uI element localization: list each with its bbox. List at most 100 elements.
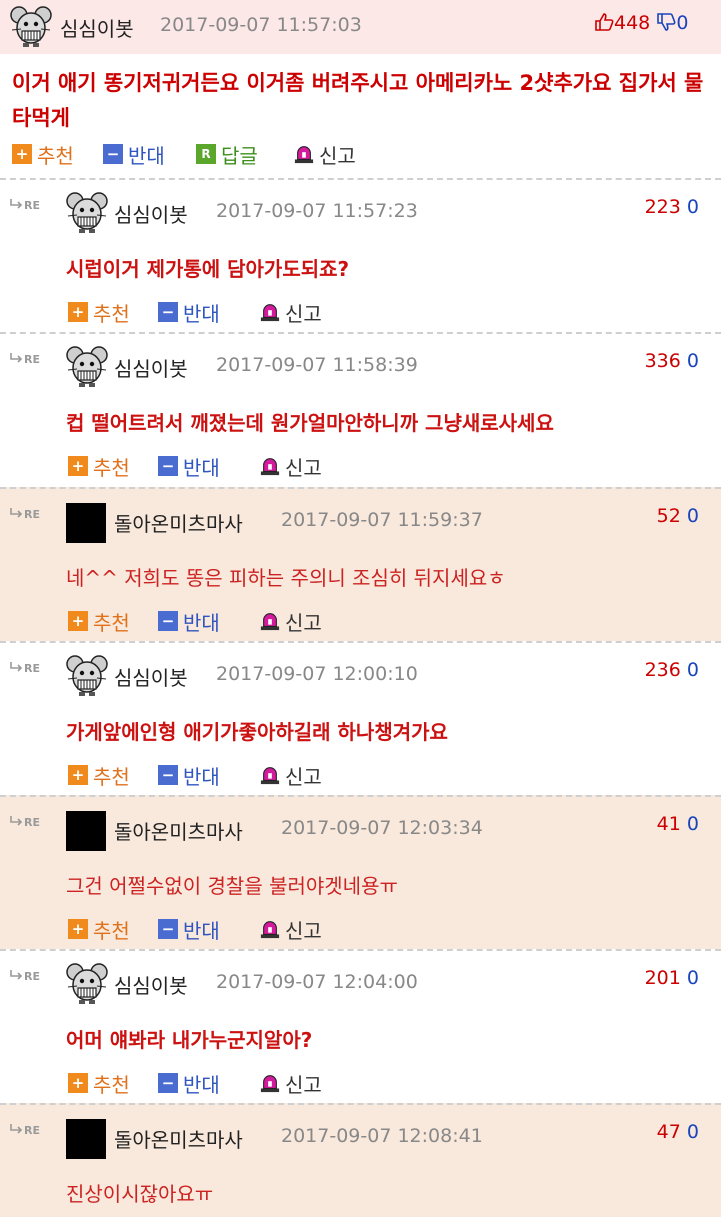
recommend-button[interactable]: + 추천 <box>68 763 130 789</box>
oppose-label: 반대 <box>128 143 165 168</box>
comment-datetime: 2017-09-07 12:00:10 <box>216 663 418 685</box>
reply-button[interactable]: R 답글 <box>196 142 258 168</box>
thumbs-up-icon[interactable] <box>594 12 614 32</box>
siren-icon <box>260 611 280 631</box>
re-icon: RE <box>8 1123 40 1137</box>
minus-icon: − <box>103 144 123 164</box>
comment-up-count[interactable]: 47 <box>657 1121 681 1143</box>
comment-up-count[interactable]: 41 <box>657 813 681 835</box>
mouse-icon <box>66 192 108 234</box>
comment-body: 네^^ 저희도 똥은 피하는 주의니 조심히 뒤지세요ㅎ <box>66 566 506 590</box>
re-icon: RE <box>8 352 40 366</box>
comment-nickname[interactable]: 심심이봇 <box>114 970 188 999</box>
report-label: 신고 <box>319 143 356 168</box>
minus-icon: − <box>158 456 178 476</box>
comment-nickname[interactable]: 돌아온미츠마사 <box>114 816 243 845</box>
recommend-label: 추천 <box>93 610 130 635</box>
minus-icon: − <box>158 919 178 939</box>
report-button[interactable]: 신고 <box>294 142 356 168</box>
post-down-count: 0 <box>676 12 689 34</box>
recommend-button[interactable]: + 추천 <box>68 1071 130 1097</box>
comment-down-count[interactable]: 0 <box>687 967 699 989</box>
comment-nickname[interactable]: 돌아온미츠마사 <box>114 508 243 537</box>
report-button[interactable]: 신고 <box>260 609 322 635</box>
comment-body: 그건 어쩔수없이 경찰을 불러야겟네용ㅠ <box>66 874 398 898</box>
recommend-label: 추천 <box>37 143 74 168</box>
comment-body: 컵 떨어트려서 깨졌는데 원가얼마안하니까 그냥새로사세요 <box>66 411 554 435</box>
report-label: 신고 <box>285 764 322 789</box>
post-datetime: 2017-09-07 11:57:03 <box>160 14 362 36</box>
comment-datetime: 2017-09-07 11:59:37 <box>281 509 483 531</box>
comment-body: 어머 얘봐라 내가누군지알아? <box>66 1028 313 1052</box>
oppose-label: 반대 <box>183 1072 220 1097</box>
report-label: 신고 <box>285 610 322 635</box>
comment-up-count[interactable]: 236 <box>645 659 681 681</box>
comment-down-count[interactable]: 0 <box>687 505 699 527</box>
plus-icon: + <box>68 456 88 476</box>
recommend-label: 추천 <box>93 1072 130 1097</box>
comment-up-count[interactable]: 52 <box>657 505 681 527</box>
comment-nickname[interactable]: 돌아온미츠마사 <box>114 1124 243 1153</box>
minus-icon: − <box>158 765 178 785</box>
comment-vote: 52 0 <box>657 505 699 527</box>
oppose-label: 반대 <box>183 764 220 789</box>
oppose-label: 반대 <box>183 610 220 635</box>
post-nickname[interactable]: 심심이봇 <box>60 13 134 42</box>
report-label: 신고 <box>285 1072 322 1097</box>
comment-item: RE 심심이봇 2017-09-07 12:04:00 201 0 어머 얘봐라… <box>0 949 721 1103</box>
comment-nickname[interactable]: 심심이봇 <box>114 662 188 691</box>
plus-icon: + <box>68 302 88 322</box>
re-icon: RE <box>8 815 40 829</box>
thumbs-down-icon[interactable] <box>656 12 676 32</box>
recommend-button[interactable]: + 추천 <box>68 300 130 326</box>
oppose-button[interactable]: − 반대 <box>158 1071 220 1097</box>
siren-icon <box>260 765 280 785</box>
comment-item: RE 심심이봇 2017-09-07 12:00:10 236 0 가게앞에인형… <box>0 641 721 795</box>
comment-nickname[interactable]: 심심이봇 <box>114 199 188 228</box>
oppose-button[interactable]: − 반대 <box>158 609 220 635</box>
plus-icon: + <box>68 611 88 631</box>
comment-nickname[interactable]: 심심이봇 <box>114 353 188 382</box>
comment-down-count[interactable]: 0 <box>687 196 699 218</box>
re-icon: RE <box>8 507 40 521</box>
comment-down-count[interactable]: 0 <box>687 659 699 681</box>
oppose-button[interactable]: − 반대 <box>158 917 220 943</box>
comment-down-count[interactable]: 0 <box>687 1121 699 1143</box>
main-post: 심심이봇 2017-09-07 11:57:03 448 0 이거 애기 똥기저… <box>0 0 721 178</box>
oppose-button[interactable]: − 반대 <box>158 300 220 326</box>
mouse-icon <box>66 346 108 388</box>
report-button[interactable]: 신고 <box>260 454 322 480</box>
oppose-label: 반대 <box>183 301 220 326</box>
report-button[interactable]: 신고 <box>260 300 322 326</box>
report-button[interactable]: 신고 <box>260 1071 322 1097</box>
comment-vote: 236 0 <box>645 659 699 681</box>
comment-vote: 223 0 <box>645 196 699 218</box>
recommend-button[interactable]: + 추천 <box>68 917 130 943</box>
oppose-button[interactable]: − 반대 <box>158 763 220 789</box>
comment-vote: 41 0 <box>657 813 699 835</box>
avatar <box>66 811 106 851</box>
report-button[interactable]: 신고 <box>260 763 322 789</box>
post-header: 심심이봇 2017-09-07 11:57:03 448 0 <box>0 0 721 54</box>
comment-vote: 201 0 <box>645 967 699 989</box>
report-button[interactable]: 신고 <box>260 917 322 943</box>
comment-down-count[interactable]: 0 <box>687 350 699 372</box>
comment-down-count[interactable]: 0 <box>687 813 699 835</box>
recommend-label: 추천 <box>93 918 130 943</box>
recommend-label: 추천 <box>93 764 130 789</box>
comment-up-count[interactable]: 336 <box>645 350 681 372</box>
plus-icon: + <box>68 919 88 939</box>
comment-item: RE 돌아온미츠마사 2017-09-07 12:03:34 41 0 그건 어… <box>0 795 721 949</box>
comment-datetime: 2017-09-07 11:58:39 <box>216 354 418 376</box>
oppose-button[interactable]: − 반대 <box>158 454 220 480</box>
mouse-icon <box>10 6 52 48</box>
oppose-button[interactable]: − 반대 <box>103 142 165 168</box>
recommend-button[interactable]: + 추천 <box>68 454 130 480</box>
comment-up-count[interactable]: 201 <box>645 967 681 989</box>
comment-up-count[interactable]: 223 <box>645 196 681 218</box>
plus-icon: + <box>68 1073 88 1093</box>
recommend-button[interactable]: + 추천 <box>12 142 74 168</box>
comment-item: RE 심심이봇 2017-09-07 11:57:23 223 0 시럽이거 제… <box>0 178 721 332</box>
recommend-button[interactable]: + 추천 <box>68 609 130 635</box>
post-body: 이거 애기 똥기저귀거든요 이거좀 버려주시고 아메리카노 2샷추가요 집가서 … <box>12 71 704 130</box>
